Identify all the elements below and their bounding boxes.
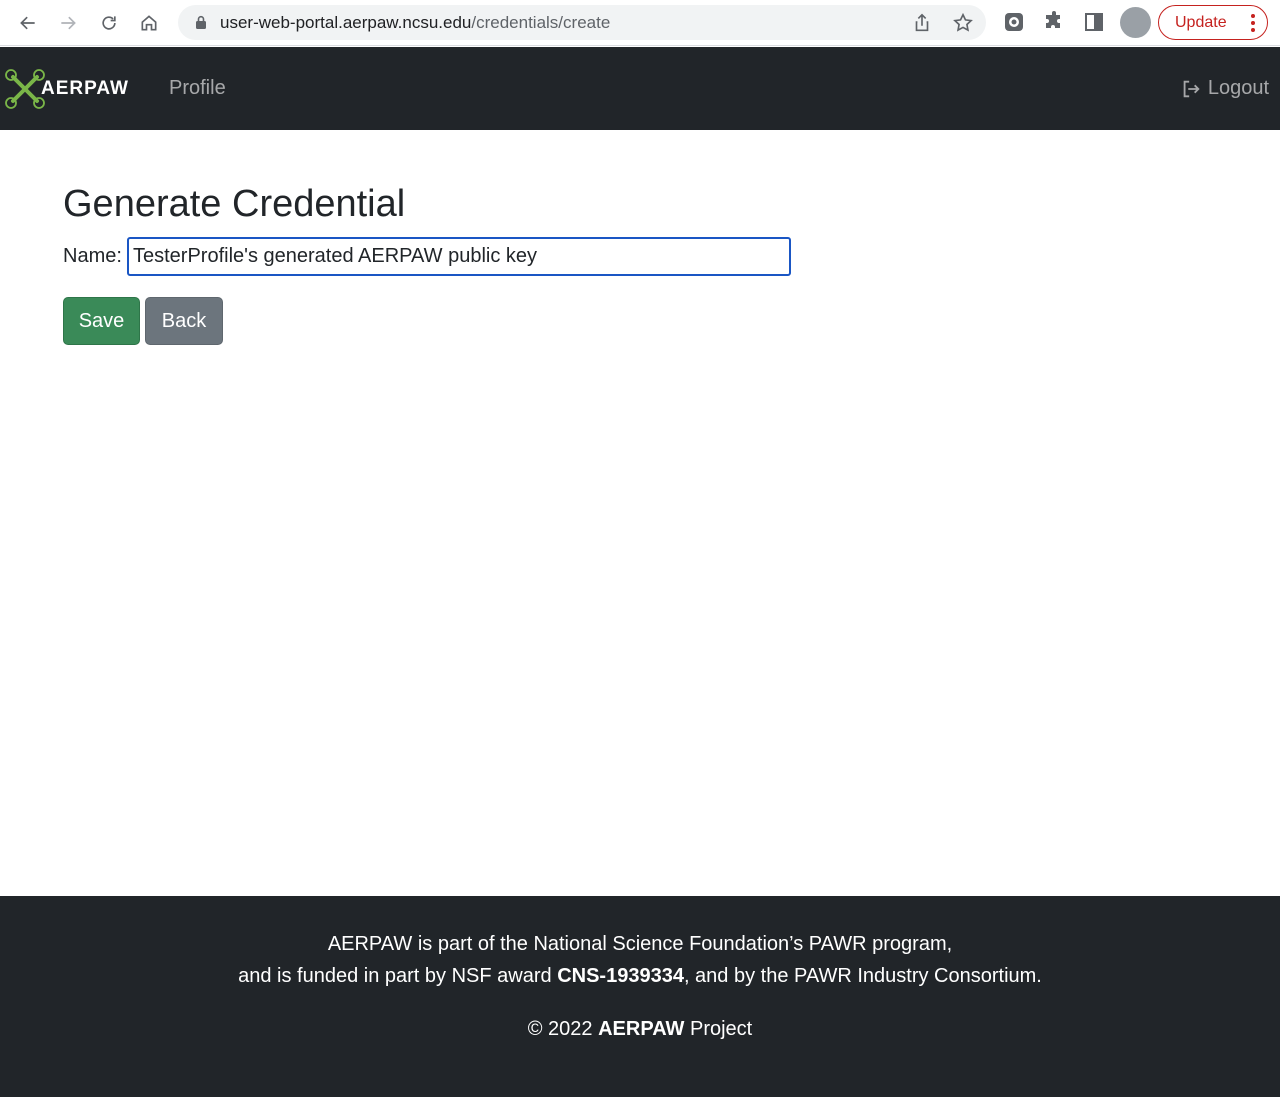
footer-funding-text: and is funded in part by NSF award (238, 965, 558, 987)
copyright-year: © 2022 (527, 1018, 599, 1040)
copyright-brand: AERPAW (598, 1018, 685, 1040)
brand-logo[interactable]: AERPAW (3, 67, 129, 111)
back-arrow-icon[interactable] (12, 7, 44, 39)
footer-line-program: AERPAW is part of the National Science F… (327, 933, 953, 955)
brand-text: AERPAW (41, 78, 129, 99)
more-vert-icon (1251, 14, 1255, 32)
credential-name-input[interactable] (127, 237, 791, 276)
star-icon[interactable] (952, 12, 974, 34)
url-text: user-web-portal.aerpaw.ncsu.edu/credenti… (220, 13, 611, 32)
home-icon[interactable] (133, 7, 165, 39)
reload-icon[interactable] (93, 7, 125, 39)
nav-profile-link[interactable]: Profile (169, 77, 226, 100)
footer-copyright: © 2022 AERPAW Project (0, 1018, 1280, 1041)
copyright-suffix: Project (684, 1018, 753, 1040)
logout-icon (1183, 80, 1200, 97)
footer-funding-text-end: , and by the PAWR Industry Consortium. (683, 965, 1042, 987)
save-button[interactable]: Save (63, 297, 140, 345)
address-bar[interactable]: user-web-portal.aerpaw.ncsu.edu/credenti… (178, 5, 986, 40)
browser-toolbar: user-web-portal.aerpaw.ncsu.edu/credenti… (0, 0, 1280, 46)
side-panel-icon[interactable] (1082, 10, 1106, 34)
forward-arrow-icon[interactable] (52, 7, 84, 39)
site-navbar: AERPAW Profile Logout (0, 47, 1280, 130)
logout-label: Logout (1207, 77, 1269, 99)
share-icon[interactable] (911, 12, 933, 34)
footer-line-funding: and is funded in part by NSF award CNS-1… (0, 965, 1280, 988)
lock-icon (196, 15, 206, 29)
extension-icon[interactable] (1002, 10, 1026, 34)
update-button[interactable]: Update (1158, 5, 1268, 40)
name-label: Name: (63, 245, 122, 267)
nav-logout-link[interactable]: Logout (1180, 77, 1269, 100)
footer-award-number: CNS-1939334 (557, 965, 684, 987)
profile-avatar[interactable] (1120, 7, 1151, 38)
back-button[interactable]: Back (145, 297, 223, 345)
puzzle-icon[interactable] (1042, 10, 1066, 34)
update-label: Update (1175, 13, 1227, 31)
site-footer: AERPAW is part of the National Science F… (0, 896, 1280, 1097)
page-title: Generate Credential (63, 183, 406, 225)
